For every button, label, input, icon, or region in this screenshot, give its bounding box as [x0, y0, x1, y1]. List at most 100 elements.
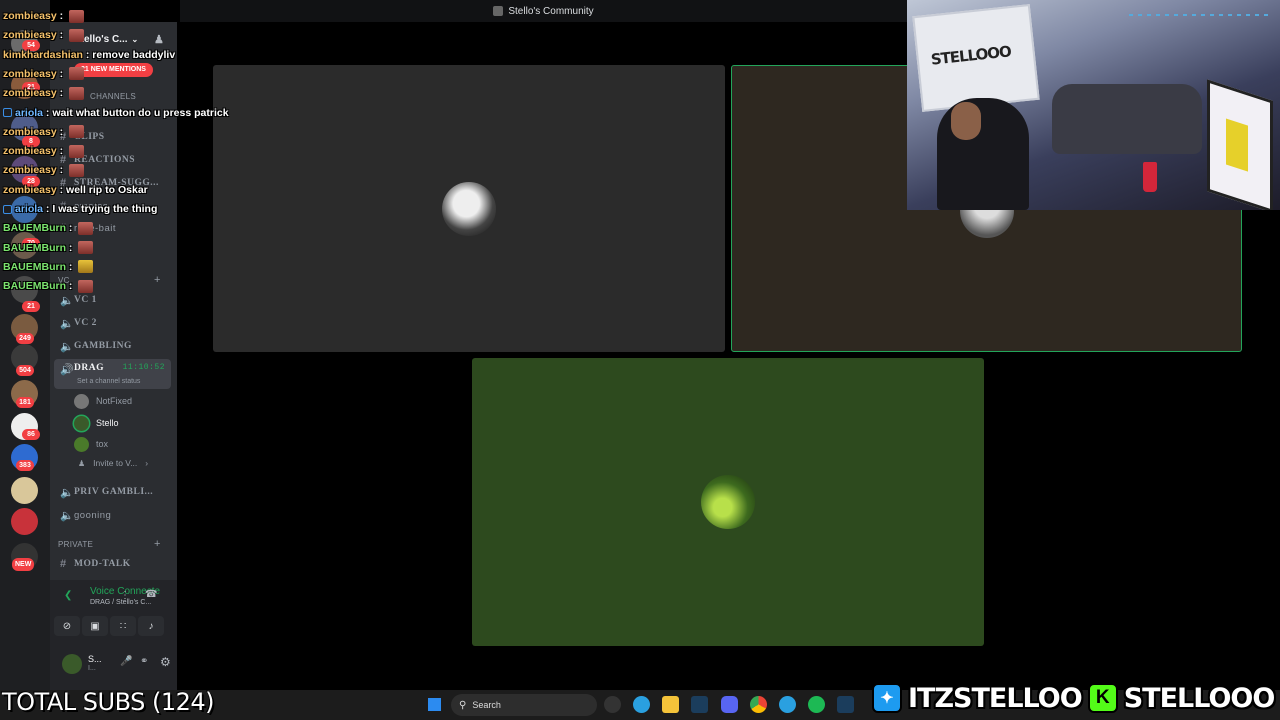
person-add-icon: ♟	[78, 458, 86, 468]
total-subs-counter: TOTAL SUBS (124)	[2, 688, 215, 716]
chat-message: ariola : I was trying the thing	[3, 200, 157, 218]
voice-member[interactable]: tox	[74, 435, 108, 453]
telegram-icon[interactable]	[779, 696, 796, 713]
steam-icon[interactable]	[691, 696, 708, 713]
soundboard-button[interactable]: ♪	[138, 616, 164, 636]
windows-start-icon[interactable]	[426, 696, 442, 712]
chat-message: BAUEMBurn :	[3, 258, 94, 276]
chat-text: I was trying the thing	[52, 203, 158, 215]
video-tile-tox[interactable]	[472, 358, 984, 646]
avatar[interactable]	[62, 654, 82, 674]
speaker-icon: 🔈	[60, 294, 75, 307]
server-icon-13[interactable]	[11, 477, 38, 504]
chat-username: zombieasy	[3, 145, 57, 158]
chat-separator: :	[66, 260, 76, 273]
add-channel-icon[interactable]: +	[154, 274, 160, 286]
microphone-icon[interactable]: 🎤	[120, 656, 132, 667]
chat-separator: :	[82, 48, 93, 61]
chat-username: zombieasy	[3, 10, 57, 22]
new-mentions-pill[interactable]: 21 NEW MENTIONS	[74, 63, 153, 77]
window-title: Stello's Community	[508, 5, 594, 17]
avatar	[442, 182, 496, 236]
folder-icon[interactable]	[662, 696, 679, 713]
add-member-icon[interactable]: ♟	[154, 33, 164, 46]
channel-mod-talk[interactable]: # MOD-TALK	[54, 554, 171, 574]
voice-channel-gambling[interactable]: 🔈 GAMBLING	[54, 336, 171, 356]
chat-emote	[69, 163, 85, 177]
chat-emote	[78, 241, 94, 255]
server-icon-14[interactable]	[11, 508, 38, 535]
chat-message: zombieasy : well rip to Oskar	[3, 181, 148, 199]
new-badge: NEW	[12, 558, 35, 571]
server-badge: 249	[16, 333, 34, 344]
chat-username: zombieasy	[3, 29, 57, 42]
chat-separator: :	[43, 106, 53, 119]
noise-suppression-icon[interactable]: ⋮	[120, 590, 130, 601]
chat-badge-icon	[3, 204, 12, 214]
headphones-icon[interactable]: ⚭	[140, 656, 148, 667]
user-name[interactable]: S...	[88, 654, 102, 664]
obs-icon[interactable]	[604, 696, 621, 713]
spotify-icon[interactable]	[808, 696, 825, 713]
hash-icon: #	[60, 558, 67, 570]
chat-message: zombieasy :	[3, 7, 85, 25]
chat-emote	[69, 86, 85, 100]
chat-message: zombieasy :	[3, 123, 85, 141]
steam-icon-2[interactable]	[837, 696, 854, 713]
category-private[interactable]: PRIVATE	[58, 540, 93, 549]
server-badge: 504	[16, 365, 34, 376]
category-channels[interactable]: channels	[90, 92, 136, 101]
kick-icon: K	[1087, 683, 1118, 713]
server-icon	[493, 6, 504, 16]
chrome-icon[interactable]	[750, 696, 767, 713]
chat-username: kimkhardashian	[3, 48, 83, 61]
chat-message: BAUEMBurn :	[3, 277, 94, 295]
signal-icon: ❮	[64, 590, 73, 601]
chat-text: well rip to Oskar	[66, 183, 148, 196]
channel-status-prompt[interactable]: Set a channel status	[77, 378, 140, 385]
chat-username: ariola	[15, 106, 44, 119]
invite-to-voice[interactable]: ♟ Invite to V... ›	[78, 458, 148, 468]
voice-member[interactable]: NotFixed	[74, 392, 132, 410]
edge-icon[interactable]	[633, 696, 650, 713]
video-tile-notfixed[interactable]	[213, 65, 725, 352]
chat-username: BAUEMBurn	[3, 241, 66, 254]
couch	[1052, 84, 1202, 154]
chat-separator: :	[66, 280, 76, 293]
chevron-down-icon: ⌄	[131, 34, 139, 44]
wall-sign-text: STELLOOO	[929, 42, 1012, 69]
gear-icon[interactable]: ⚙	[160, 655, 171, 669]
chat-message: BAUEMBurn :	[3, 239, 94, 257]
voice-channel-vc2[interactable]: 🔈 VC 2	[54, 313, 171, 333]
add-channel-icon[interactable]: +	[154, 538, 160, 550]
speaker-icon: 🔈	[60, 340, 75, 353]
camera-off-button[interactable]: ⊘	[54, 616, 80, 636]
server-badge: 181	[16, 397, 34, 408]
speaker-icon: 🔊	[60, 364, 75, 376]
screen-share-button[interactable]: ▣	[82, 616, 108, 636]
discord-icon[interactable]	[721, 696, 738, 713]
channel-timer: 11:10:52	[122, 363, 165, 372]
chat-separator: :	[56, 29, 67, 42]
chat-emote	[69, 144, 85, 158]
search-label: Search	[472, 700, 501, 710]
monitor-screen	[1226, 118, 1248, 172]
speaker-icon: 🔈	[60, 509, 75, 522]
user-status-text: I...	[88, 665, 96, 672]
chat-separator: :	[56, 164, 67, 177]
chat-username: BAUEMBurn	[3, 260, 66, 273]
activities-button[interactable]: ∷	[110, 616, 136, 636]
taskbar-search[interactable]: ⚲ Search	[451, 694, 597, 716]
chat-message: zombieasy :	[3, 65, 85, 83]
voice-channel-gooning[interactable]: 🔈 gooning	[54, 505, 171, 525]
chat-message: zombieasy :	[3, 142, 85, 160]
chat-separator: :	[66, 222, 76, 235]
disconnect-icon[interactable]: ☎	[145, 589, 157, 600]
chat-emote	[69, 9, 85, 23]
chat-username: BAUEMBurn	[3, 280, 66, 293]
chat-emote	[78, 260, 94, 274]
voice-member[interactable]: Stello	[74, 414, 119, 432]
voice-channel-priv-gambling[interactable]: 🔈 PRIV GAMBLI...	[54, 482, 171, 502]
chat-emote	[78, 221, 94, 235]
cup	[1143, 162, 1157, 192]
